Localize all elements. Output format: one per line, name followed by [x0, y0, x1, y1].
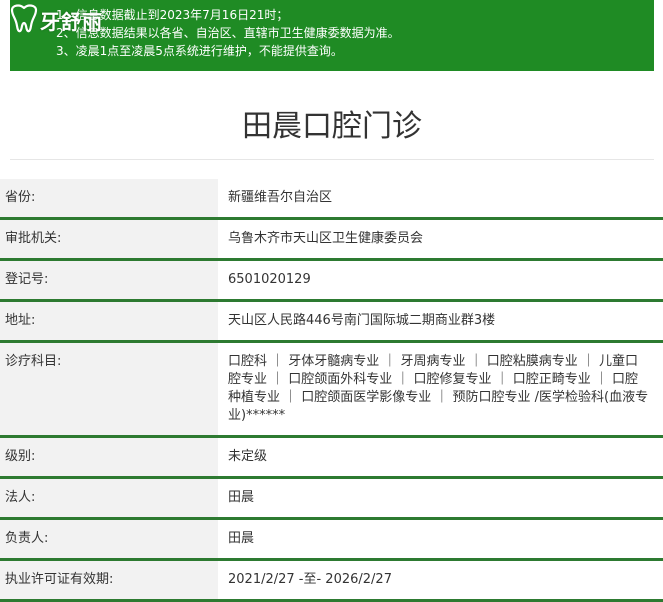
title-section: 田晨口腔门诊 [10, 95, 654, 160]
table-row: 地址: 天山区人民路446号南门国际城二期商业群3楼 [0, 300, 663, 342]
row-value: 6501020129 [228, 272, 311, 287]
row-value: 田晨 [228, 531, 255, 546]
page-title: 田晨口腔门诊 [242, 109, 422, 144]
table-row: 执业许可证有效期: 2021/2/27 -至- 2026/2/27 [0, 559, 663, 601]
table-row: 登记号: 6501020129 [0, 259, 663, 301]
table-row: 审批机关: 乌鲁木齐市天山区卫生健康委员会 [0, 218, 663, 260]
row-label: 审批机关: [0, 218, 218, 260]
row-label: 省份: [0, 179, 218, 219]
clinic-info-table: 省份: 新疆维吾尔自治区 审批机关: 乌鲁木齐市天山区卫生健康委员会 登记号: … [0, 179, 663, 602]
row-label: 负责人: [0, 518, 218, 560]
table-row: 级别: 未定级 [0, 436, 663, 478]
table-row: 诊疗科目: 口腔科 ｜ 牙体牙髓病专业 ｜ 牙周病专业 ｜ 口腔粘膜病专业 ｜ … [0, 341, 663, 437]
row-label: 诊疗科目: [0, 341, 218, 437]
table-row: 负责人: 田晨 [0, 518, 663, 560]
row-label: 法人: [0, 477, 218, 519]
table-row: 省份: 新疆维吾尔自治区 [0, 179, 663, 219]
row-value: 2021/2/27 -至- 2026/2/27 [228, 572, 392, 587]
notice-line-2: 2、信息数据结果以各省、自治区、直辖市卫生健康委数据为准。 [56, 26, 400, 40]
row-value: 新疆维吾尔自治区 [228, 190, 333, 205]
row-label: 级别: [0, 436, 218, 478]
row-value: 乌鲁木齐市天山区卫生健康委员会 [228, 231, 424, 246]
row-value: 口腔科 ｜ 牙体牙髓病专业 ｜ 牙周病专业 ｜ 口腔粘膜病专业 ｜ 儿童口腔专业… [228, 354, 649, 423]
logo-text: 牙舒丽 [40, 9, 103, 34]
notice-banner: 1、信息数据截止到2023年7月16日21时； 2、信息数据结果以各省、自治区、… [10, 0, 654, 71]
row-label: 执业许可证有效期: [0, 559, 218, 601]
row-label: 地址: [0, 300, 218, 342]
row-value: 天山区人民路446号南门国际城二期商业群3楼 [228, 313, 496, 328]
table-row: 法人: 田晨 [0, 477, 663, 519]
row-label: 登记号: [0, 259, 218, 301]
notice-line-3: 3、凌晨1点至凌晨5点系统进行维护，不能提供查询。 [56, 44, 343, 58]
row-value: 未定级 [228, 449, 268, 464]
notice-line-1: 1、信息数据截止到2023年7月16日21时； [56, 8, 289, 22]
row-value: 田晨 [228, 490, 255, 505]
site-logo[interactable]: 牙舒丽 [6, 4, 103, 36]
